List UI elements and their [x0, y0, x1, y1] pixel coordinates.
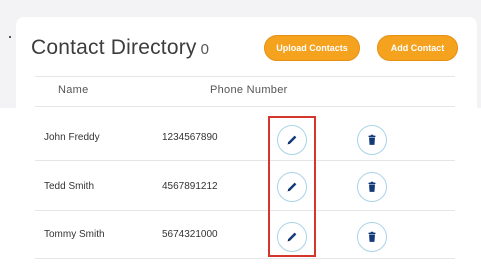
delete-button[interactable] — [357, 125, 387, 155]
trash-icon — [368, 231, 376, 242]
delete-button[interactable] — [357, 172, 387, 202]
divider — [35, 106, 455, 107]
contact-name: John Freddy — [44, 132, 100, 143]
trash-icon — [368, 134, 376, 145]
column-header-phone: Phone Number — [210, 84, 288, 96]
contact-phone: 1234567890 — [162, 132, 218, 143]
delete-button[interactable] — [357, 222, 387, 252]
contact-name: Tommy Smith — [44, 229, 105, 240]
edit-column-highlight — [268, 116, 316, 257]
add-contact-button[interactable]: Add Contact — [377, 35, 458, 61]
contact-phone: 4567891212 — [162, 181, 218, 192]
contact-phone: 5674321000 — [162, 229, 218, 240]
upload-contacts-button[interactable]: Upload Contacts — [264, 35, 360, 61]
page-title: Contact Directory 0 — [31, 36, 209, 60]
contact-name: Tedd Smith — [44, 181, 95, 192]
divider — [35, 258, 455, 259]
column-header-name: Name — [58, 84, 89, 96]
divider — [35, 160, 455, 161]
divider — [35, 210, 455, 211]
trash-icon — [368, 181, 376, 192]
contact-count: 0 — [200, 41, 210, 58]
title-text: Contact Directory — [31, 36, 197, 59]
decorative-dot — [9, 36, 11, 38]
divider — [35, 76, 455, 77]
